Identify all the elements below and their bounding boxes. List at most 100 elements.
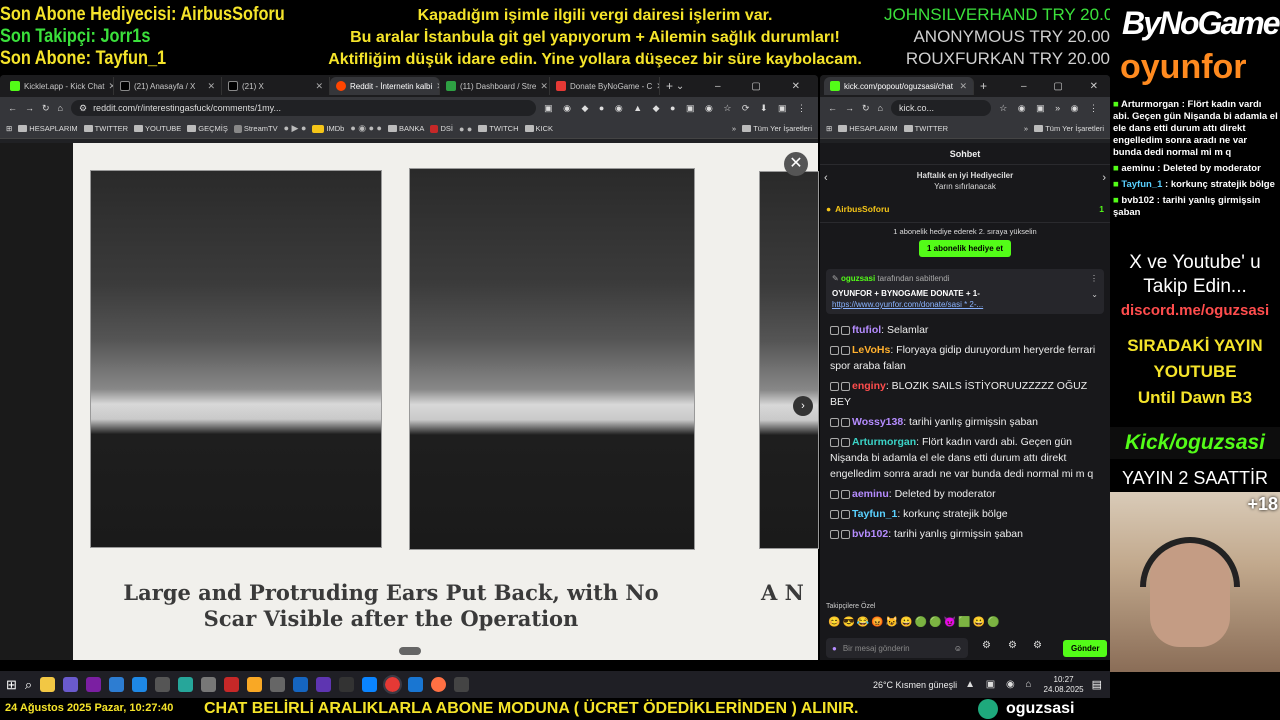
message-input[interactable]: ● Bir mesaj gönderin ☺ xyxy=(826,638,968,658)
chevron-left-icon[interactable]: ‹ xyxy=(824,173,828,184)
chat-username[interactable]: Wossy138 xyxy=(852,416,903,428)
weather-widget[interactable]: 26°C Kısmen güneşli xyxy=(873,680,957,690)
app-icon[interactable] xyxy=(316,677,332,692)
bookmark[interactable]: KICK xyxy=(524,124,553,133)
timeout-badge-icon xyxy=(841,529,850,539)
browser-tab[interactable]: (21) X ✕ xyxy=(222,77,330,95)
new-tab-icon[interactable]: + xyxy=(666,79,673,93)
gear-icon[interactable]: ⚙ xyxy=(1033,640,1042,651)
bookmark[interactable]: TWITTER xyxy=(903,124,948,133)
app-icon[interactable] xyxy=(132,677,148,692)
send-button[interactable]: Gönder xyxy=(1063,640,1108,657)
bookmark[interactable]: HESAPLARIM xyxy=(18,124,78,133)
bookmark[interactable]: GEÇMİŞ xyxy=(187,124,228,133)
bookmark[interactable]: TWITCH xyxy=(478,124,519,133)
carousel-dots[interactable] xyxy=(399,647,421,655)
emoji-icon[interactable]: ☺ xyxy=(954,644,962,653)
chat-username[interactable]: ftufiol xyxy=(852,324,881,336)
app-icon[interactable] xyxy=(63,677,79,692)
url-input[interactable]: ⚙ reddit.com/r/interestingasfuck/comments… xyxy=(70,100,537,116)
clock[interactable]: 10:27 24.08.2025 xyxy=(1044,675,1084,695)
firefox-icon[interactable] xyxy=(431,677,447,692)
bookmark[interactable]: » Tüm Yer İşaretleri xyxy=(1024,124,1104,133)
chat-username[interactable]: bvb102 xyxy=(852,528,888,540)
close-icon[interactable]: ✕ xyxy=(315,81,323,92)
emote-row[interactable]: 😊😎😂😡😺😀🟢🟢😈🟩😀🟢 xyxy=(828,617,1001,628)
app-icon[interactable] xyxy=(454,677,470,692)
app-icon[interactable] xyxy=(109,677,125,692)
notifications-icon[interactable]: ▤ xyxy=(1092,678,1110,691)
back-icon[interactable]: ← xyxy=(828,103,837,113)
app-icon[interactable] xyxy=(155,677,171,692)
chat-username[interactable]: LeVoHs xyxy=(852,344,890,356)
app-icon[interactable] xyxy=(178,677,194,692)
bookmark[interactable]: DSİ xyxy=(430,124,453,133)
onenote-icon[interactable] xyxy=(86,677,102,692)
app-icon[interactable] xyxy=(293,677,309,692)
windows-start-icon[interactable]: ⊞ xyxy=(6,677,17,693)
bookmark[interactable]: HESAPLARIM xyxy=(838,124,898,133)
chevron-down-icon[interactable]: ⌄ xyxy=(1091,289,1098,300)
browser-tab-active[interactable]: kick.com/popout/oguzsasi/chat ✕ xyxy=(824,77,974,95)
app-icon[interactable] xyxy=(247,677,263,692)
last-sub: Son Abone: Tayfun_1 xyxy=(0,48,167,69)
bookmark-icons[interactable]: ● ◉ ● ● xyxy=(350,123,382,134)
new-tab-icon[interactable]: + xyxy=(980,79,987,93)
bookmark[interactable]: TWITTER xyxy=(83,124,128,133)
apps-icon[interactable]: ⊞ xyxy=(826,124,832,133)
chat-username[interactable]: Arturmorgan xyxy=(852,436,916,448)
close-icon[interactable]: ✕ xyxy=(207,81,215,92)
bookmark[interactable]: StreamTV xyxy=(233,124,278,133)
chat-username[interactable]: aeminu xyxy=(852,488,889,500)
browser-tab[interactable]: (11) Dashboard / Stre ✕ xyxy=(440,77,550,95)
browser-tab-active[interactable]: Reddit - İnternetin kalbi✕ xyxy=(330,77,440,95)
bookmark-icons[interactable]: ● ▶ ● xyxy=(284,123,307,134)
more-icon[interactable]: ⋮ xyxy=(1090,273,1098,284)
home-icon[interactable]: ⌂ xyxy=(878,103,883,113)
bookmark-icons[interactable]: ● ● xyxy=(459,124,472,134)
chat-username[interactable]: Tayfun_1 xyxy=(852,508,897,520)
app-icon[interactable] xyxy=(408,677,424,692)
home-icon[interactable]: ⌂ xyxy=(58,103,63,113)
gift-icon[interactable]: ⚙ xyxy=(1008,640,1017,651)
close-icon[interactable]: ✕ xyxy=(784,152,808,176)
edge-icon[interactable] xyxy=(362,677,378,692)
forward-icon[interactable]: → xyxy=(25,103,34,113)
browser-tab[interactable]: (21) Anasayfa / X ✕ xyxy=(114,77,222,95)
chrome-icon[interactable] xyxy=(383,675,403,694)
bynogame-icon xyxy=(556,81,566,91)
bookmark[interactable]: » Tüm Yer İşaretleri xyxy=(732,124,812,133)
toolbar-icons[interactable]: ☆ ◉ ▣ » ◉ ⋮ xyxy=(999,103,1102,114)
url-input[interactable]: kick.co... xyxy=(890,100,992,116)
apps-icon[interactable]: ⊞ xyxy=(6,124,12,133)
chevron-right-icon[interactable]: › xyxy=(793,396,813,416)
reload-icon[interactable]: ↻ xyxy=(862,103,870,114)
close-icon[interactable]: ✕ xyxy=(656,81,659,92)
browser-tab[interactable]: Kicklet.app - Kick Chat✕ xyxy=(4,77,114,95)
app-icon[interactable] xyxy=(224,677,240,692)
app-icon[interactable] xyxy=(270,677,286,692)
gift-sub-button[interactable]: 1 abonelik hediye et xyxy=(918,240,1012,257)
close-icon[interactable]: ✕ xyxy=(540,81,548,92)
bookmark[interactable]: IMDb xyxy=(312,124,344,133)
back-icon[interactable]: ← xyxy=(8,103,17,113)
search-icon[interactable]: ⌕ xyxy=(25,677,32,693)
extensions-icons[interactable]: ▣ ◉ ◆ ● ◉ ▲ ◆ ● ▣ ◉ ☆ ⟳ ⬇ ▣ ⋮ xyxy=(544,103,810,114)
tray-icons[interactable]: ▲ ▣ ◉ ⌂ xyxy=(965,679,1035,690)
bookmark[interactable]: BANKA xyxy=(388,124,424,133)
chat-username[interactable]: enginy xyxy=(852,380,886,392)
reload-icon[interactable]: ↻ xyxy=(42,103,50,114)
chat-message: ftufiol: Selamlar xyxy=(820,320,1110,340)
file-explorer-icon[interactable] xyxy=(40,677,56,692)
browser-tab[interactable]: Donate ByNoGame - C✕ xyxy=(550,77,660,95)
bookmark[interactable]: YOUTUBE xyxy=(133,124,181,133)
settings-icon[interactable]: ⚙ xyxy=(982,640,991,651)
chevron-right-icon[interactable]: › xyxy=(1102,173,1106,184)
forward-icon[interactable]: → xyxy=(845,103,854,113)
camera-icon[interactable] xyxy=(201,677,217,692)
window-controls[interactable]: ⌄ – ▢ ✕ xyxy=(676,81,818,92)
mic-icon[interactable]: ● xyxy=(832,644,837,653)
app-icon[interactable] xyxy=(339,677,355,692)
window-controls[interactable]: – ▢ ✕ xyxy=(1021,81,1110,92)
close-icon[interactable]: ✕ xyxy=(959,81,967,92)
